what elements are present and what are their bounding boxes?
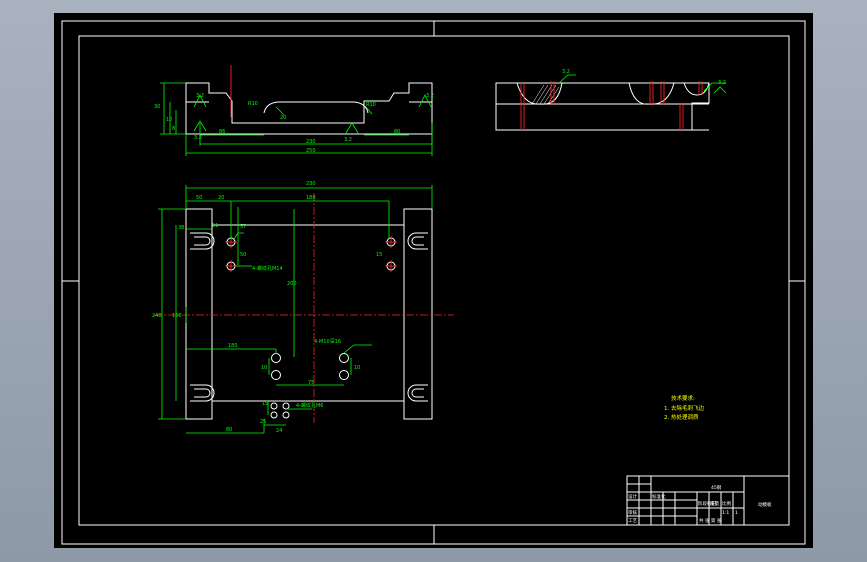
dim-left-depth: 8 [172,126,175,132]
plan-bottom-80: 80 [226,427,232,433]
title-label-weight: 重量 [710,500,719,507]
plan-hole-note-3: 4-螺纹孔M6 [296,402,323,409]
plan-hole-note-1: 4-螺纹孔M14 [252,265,283,272]
side-roughness-b: 3.2 [718,80,726,86]
plan-bottom-24: 24 [276,428,282,434]
roughness-1: 3.2 [196,93,204,99]
title-sheet: 1 [735,510,738,516]
plan-hole-note-2: 4-M10深16 [314,338,341,345]
plan-v-50: 50 [240,252,246,258]
dim-small-left: 10 [166,117,172,123]
outer-frame [61,20,806,545]
title-block: 45钢 动模板 设计 审核 工艺 标准化 阶段标记 重量 比例 1:1 1 共 … [626,475,790,526]
plan-hole-offset: 20 [218,195,224,201]
title-part-name: 动模板 [758,501,772,508]
dim-inner-width: 230 [306,139,316,145]
cad-drawing-canvas: 30 10 8 86 20 80 R10 R10 230 250 3.2 3.2… [61,20,806,545]
cad-viewport[interactable]: 30 10 8 86 20 80 R10 R10 230 250 3.2 3.2… [54,13,813,548]
title-sheet-count: 共 张 第 张 [699,517,722,524]
dim-height-left: 30 [154,104,160,110]
tech-notes-title: 技术要求: [671,394,695,402]
plan-view: 230 240 130 50 20 180 200 57 50 11 4-螺纹孔… [152,181,454,434]
plan-small-25: 25 [260,419,266,425]
side-roughness-a: 3.2 [562,69,570,75]
title-label-scale: 比例 [722,500,731,507]
plan-center-height: 130 [172,313,182,319]
dim-right-slot: 80 [394,129,400,135]
title-label-process: 工艺 [628,518,637,524]
plan-d-75: 75 [308,380,314,386]
plan-v-10a: 10 [261,365,267,371]
plan-v-38: 38 [178,225,184,231]
plan-left-offset: 50 [196,195,202,201]
roughness-4: 3.2 [194,135,202,141]
title-material: 45钢 [711,484,722,491]
title-scale: 1:1 [722,510,729,516]
plan-d-11: 11 [212,223,218,229]
roughness-3: 3.2 [344,137,352,143]
plan-ref-200: 200 [287,281,297,287]
title-label-design: 设计 [628,493,637,500]
plan-v-15: 15 [376,252,382,258]
dim-slot-width: 86 [219,129,225,135]
plan-v-57: 57 [240,224,246,230]
plan-overall-width: 230 [306,181,316,187]
roughness-2: 3.2 [426,93,434,99]
plan-small-15: 15 [262,401,268,407]
plan-v-10b: 10 [354,365,360,371]
side-section-view: 3.2 3.2 [495,69,727,131]
tech-notes-line1: 1. 去除毛刺飞边 [664,404,704,412]
technical-notes: 技术要求: 1. 去除毛刺飞边 2. 热处理调质 [664,394,704,421]
dim-radius-left: R10 [248,101,258,107]
title-label-standard: 标准化 [652,493,666,500]
plan-ref-180: 180 [306,195,316,201]
tech-notes-line2: 2. 热处理调质 [664,413,699,421]
dim-radius-right: R10 [366,102,376,108]
dim-slot-depth: 20 [280,115,286,121]
plan-overall-height: 240 [152,313,162,319]
plan-dim-180b: 180 [228,343,238,349]
title-label-review: 审核 [628,509,637,516]
front-section-view: 30 10 8 86 20 80 R10 R10 230 250 3.2 3.2… [154,65,434,156]
dim-outer-width: 250 [306,148,316,154]
